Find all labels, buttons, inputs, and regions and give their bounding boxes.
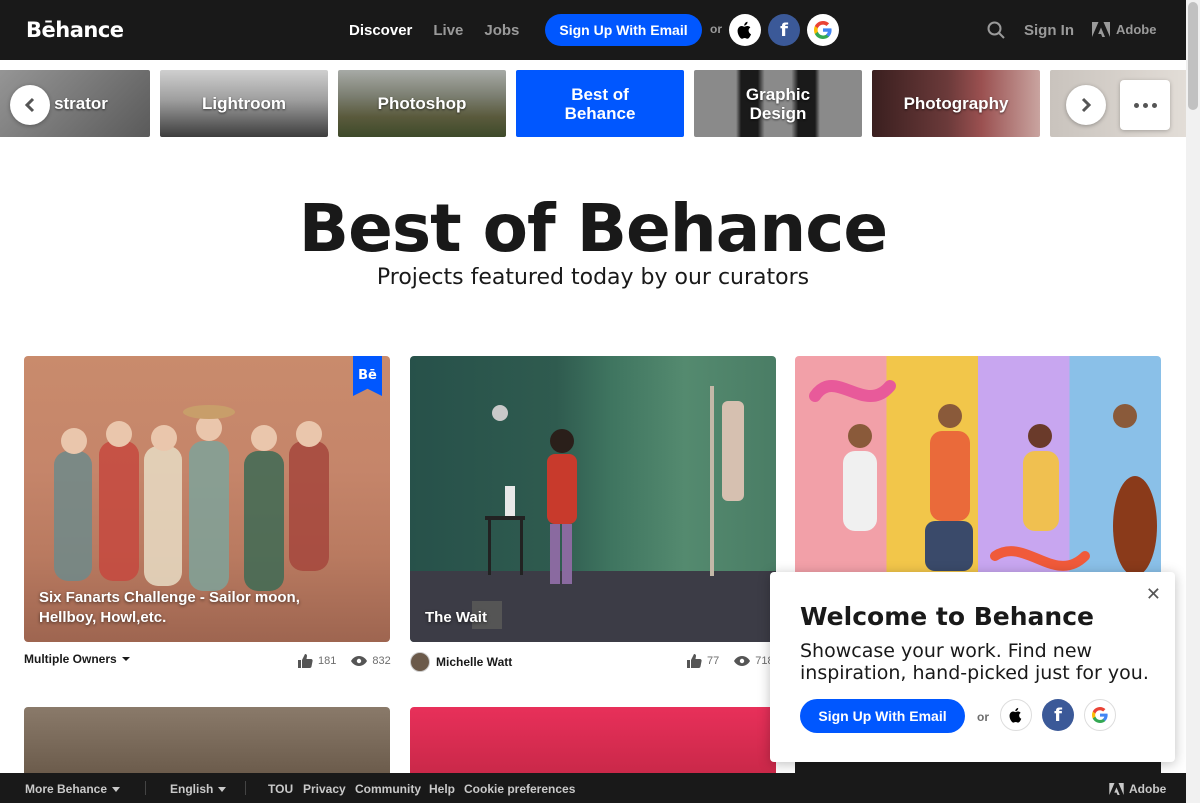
- adobe-icon: [1109, 783, 1124, 795]
- google-icon: [1092, 707, 1108, 723]
- project-card[interactable]: Bē Six Fanarts Challenge - Sailor moon, …: [24, 356, 390, 642]
- page-title: Best of Behance: [298, 190, 888, 267]
- category-lightroom[interactable]: Lightroom: [160, 70, 328, 137]
- signup-email-button[interactable]: Sign Up With Email: [545, 14, 702, 46]
- more-icon: [1133, 102, 1139, 108]
- more-icon: [1142, 102, 1148, 108]
- top-nav-bar: Bēhance Discover Live Jobs Sign Up With …: [0, 0, 1186, 60]
- category-label: Photography: [903, 94, 1009, 113]
- category-photography[interactable]: Photography: [872, 70, 1040, 137]
- footer-link-privacy[interactable]: Privacy: [303, 782, 346, 796]
- google-icon: [814, 21, 832, 39]
- avatar: [410, 652, 430, 672]
- divider: [245, 781, 246, 795]
- appreciation-count: 77: [707, 655, 720, 667]
- project-stats: 77 718: [687, 654, 774, 668]
- apple-icon: [1009, 707, 1022, 723]
- adobe-label: Adobe: [1129, 782, 1167, 796]
- nav-discover[interactable]: Discover: [349, 22, 412, 39]
- divider: [145, 781, 146, 795]
- project-stats: 181 832: [298, 654, 391, 668]
- footer-link-cookie-preferences[interactable]: Cookie preferences: [464, 782, 575, 796]
- adobe-link[interactable]: Adobe: [1092, 22, 1156, 37]
- facebook-signin-button[interactable]: f: [768, 14, 800, 46]
- apple-icon: [737, 21, 751, 39]
- scrollbar-thumb[interactable]: [1188, 2, 1198, 110]
- caret-down-icon: [112, 786, 121, 792]
- footer-adobe-link[interactable]: Adobe: [1109, 782, 1166, 796]
- project-card[interactable]: The Wait: [410, 356, 776, 642]
- page-subtitle: Projects featured today by our curators: [376, 265, 810, 290]
- project-card[interactable]: [410, 707, 776, 777]
- chevron-left-icon: [24, 97, 35, 113]
- language-select[interactable]: English: [170, 782, 227, 796]
- category-label: strator: [54, 94, 108, 113]
- apple-signin-button[interactable]: [729, 14, 761, 46]
- adobe-icon: [1092, 22, 1110, 37]
- nav-live[interactable]: Live: [433, 22, 463, 39]
- popup-title: Welcome to Behance: [800, 602, 1094, 631]
- view-count: 832: [372, 655, 391, 667]
- project-title: Six Fanarts Challenge - Sailor moon, Hel…: [39, 589, 300, 626]
- popup-facebook-button[interactable]: f: [1042, 699, 1074, 731]
- popup-apple-button[interactable]: [1000, 699, 1032, 731]
- category-strip: strator Lightroom Photoshop Best of Beha…: [0, 70, 1200, 137]
- category-label: Lightroom: [201, 94, 287, 113]
- category-photoshop[interactable]: Photoshop: [338, 70, 506, 137]
- project-thumbnail: [410, 386, 776, 642]
- category-label: Graphic Design: [745, 84, 811, 123]
- caret-down-icon: [218, 786, 227, 792]
- more-icon: [1151, 102, 1157, 108]
- owner-name: Michelle Watt: [436, 655, 513, 669]
- facebook-icon: f: [1054, 704, 1062, 726]
- language-label: English: [170, 782, 214, 796]
- thumbs-up-icon: [298, 654, 313, 668]
- eye-icon: [734, 656, 751, 666]
- adobe-label: Adobe: [1116, 22, 1157, 37]
- more-behance-menu[interactable]: More Behance: [25, 782, 121, 796]
- category-next-button[interactable]: [1066, 85, 1106, 125]
- owner-name: Multiple Owners: [24, 652, 117, 666]
- google-signin-button[interactable]: [807, 14, 839, 46]
- chevron-right-icon: [1081, 97, 1092, 113]
- project-owner[interactable]: Michelle Watt: [410, 652, 512, 672]
- popup-signup-email-button[interactable]: Sign Up With Email: [800, 699, 965, 733]
- category-graphic-design[interactable]: Graphic Design: [694, 70, 862, 137]
- facebook-icon: f: [780, 19, 788, 41]
- welcome-popup: ✕ Welcome to Behance Showcase your work.…: [770, 572, 1175, 762]
- page-scrollbar[interactable]: [1186, 0, 1200, 803]
- caret-down-icon: [121, 657, 130, 661]
- close-icon[interactable]: ✕: [1146, 584, 1161, 605]
- more-behance-label: More Behance: [25, 782, 108, 796]
- thumbs-up-icon: [687, 654, 702, 668]
- footer-link-tou[interactable]: TOU: [268, 782, 293, 796]
- main-nav: Discover Live Jobs: [349, 0, 519, 60]
- eye-icon: [351, 656, 368, 666]
- footer-link-community[interactable]: Community: [355, 782, 421, 796]
- footer-bar: More Behance English TOU Privacy Communi…: [0, 773, 1186, 803]
- project-card[interactable]: [24, 707, 390, 777]
- category-label: Photoshop: [377, 94, 467, 113]
- appreciation-count: 181: [318, 655, 337, 667]
- project-title: The Wait: [425, 609, 487, 626]
- behance-page: Bēhance Discover Live Jobs Sign Up With …: [0, 0, 1200, 803]
- search-icon: [987, 21, 1005, 39]
- behance-logo[interactable]: Bēhance: [26, 18, 124, 42]
- or-label: or: [710, 22, 722, 36]
- project-owner[interactable]: Multiple Owners: [24, 652, 131, 666]
- nav-jobs[interactable]: Jobs: [484, 22, 519, 39]
- category-best-of-behance[interactable]: Best of Behance: [516, 70, 684, 137]
- search-button[interactable]: [987, 21, 1005, 44]
- signin-link[interactable]: Sign In: [1024, 22, 1074, 39]
- popup-google-button[interactable]: [1084, 699, 1116, 731]
- more-categories-button[interactable]: [1120, 80, 1170, 130]
- or-label: or: [977, 710, 989, 724]
- category-label: Best of Behance: [564, 84, 636, 123]
- popup-text: Showcase your work. Find new inspiration…: [800, 640, 1149, 684]
- category-prev-button[interactable]: [10, 85, 50, 125]
- footer-link-help[interactable]: Help: [429, 782, 455, 796]
